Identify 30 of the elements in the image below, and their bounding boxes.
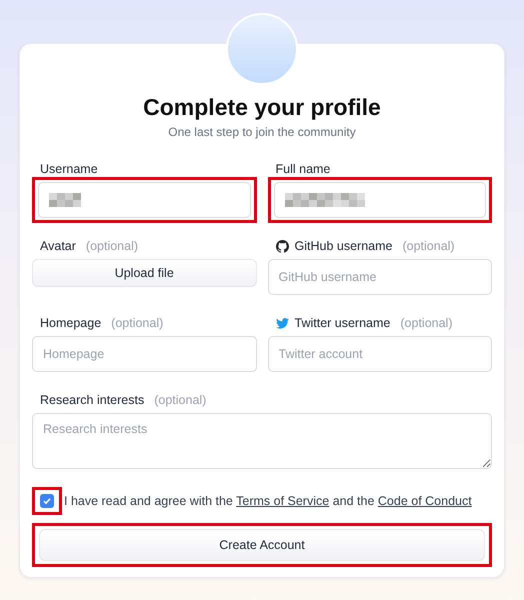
field-label: Research interests	[40, 393, 144, 407]
input-field[interactable]: Homepage	[32, 336, 256, 372]
field-label: GitHub username	[294, 239, 392, 253]
subtitle: One last step to join the community	[167, 125, 357, 139]
link[interactable]: Terms of Service	[236, 494, 330, 508]
optional-hint: (optional)	[402, 239, 455, 253]
field-label: Full name	[276, 162, 330, 176]
input-field[interactable]	[274, 182, 486, 218]
agreement-text: I have read and agree with the Terms of Service and the Code of Conduct	[64, 494, 472, 508]
field-label: Homepage	[40, 316, 102, 330]
create-account-button[interactable]: Create Account	[39, 529, 485, 561]
optional-hint: (optional)	[111, 316, 164, 330]
link[interactable]: Code of Conduct	[378, 494, 472, 508]
field-label: Avatar	[40, 239, 76, 253]
github-icon	[276, 240, 288, 252]
input-field[interactable]: GitHub username	[268, 259, 492, 295]
blurred-value	[49, 193, 81, 207]
bird-icon	[276, 318, 288, 328]
optional-hint: (optional)	[400, 316, 452, 330]
page-title: Complete your profile	[142, 94, 382, 121]
text-area[interactable]: Research interests	[32, 413, 492, 469]
optional-hint: (optional)	[154, 393, 206, 407]
upload-button[interactable]: Upload file	[32, 259, 256, 287]
input-field[interactable]	[38, 182, 250, 218]
checkbox[interactable]	[40, 494, 54, 508]
field-label: Twitter username	[294, 316, 390, 330]
optional-hint: (optional)	[86, 239, 138, 253]
field-label: Username	[40, 162, 98, 176]
input-field[interactable]: Twitter account	[268, 336, 492, 372]
check-icon	[42, 496, 52, 506]
